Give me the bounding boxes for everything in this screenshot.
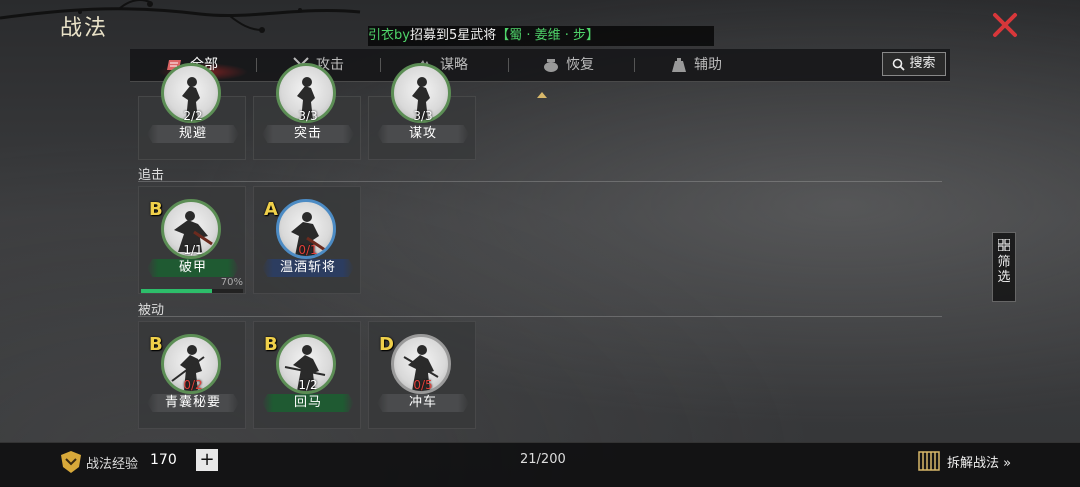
tactic-name: 突击 — [262, 125, 354, 143]
tactic-count: 0/2 — [183, 378, 203, 392]
tactic-name: 规避 — [147, 125, 239, 143]
tab-label: 辅助 — [694, 57, 722, 73]
filter-label-1: 筛 — [997, 255, 1011, 270]
cauldron-icon — [544, 59, 558, 72]
tactic-card[interactable]: B 1/1 破甲 70% — [138, 186, 246, 294]
tactic-count: 1/2 — [298, 378, 318, 392]
dismantle-button[interactable]: 拆解战法 » — [916, 447, 1011, 475]
tactic-grade: D — [379, 334, 394, 355]
tactic-capacity: 21/200 — [520, 452, 566, 467]
category-tabs: 全部 攻击 谋略 恢复 辅助 搜索 — [130, 49, 950, 82]
scroll-up-indicator — [537, 92, 547, 98]
tab-divider — [634, 58, 635, 72]
exp-label: 战法经验 — [86, 457, 139, 472]
tactic-count: 0/5 — [413, 378, 433, 392]
tactic-count: 3/3 — [413, 109, 433, 123]
tactic-card[interactable]: 3/3 突击 — [253, 63, 361, 160]
exp-shield-icon — [61, 451, 81, 473]
filter-label-2: 选 — [997, 270, 1011, 285]
filter-button[interactable]: 筛 选 — [992, 232, 1016, 302]
search-icon — [893, 58, 906, 71]
progress-bar — [141, 289, 243, 293]
tab-divider — [508, 58, 509, 72]
tactic-name: 温酒斩将 — [262, 259, 354, 277]
tactic-count: 3/3 — [298, 109, 318, 123]
progress-text: 70% — [220, 277, 243, 288]
tactic-name: 青囊秘要 — [147, 394, 239, 412]
tactic-card[interactable]: A 0/1 温酒斩将 — [253, 186, 361, 294]
tactic-card[interactable]: D 0/5 冲车 — [368, 321, 476, 429]
tab-assist[interactable]: 辅助 — [670, 49, 722, 81]
section-divider — [138, 316, 942, 317]
dismantle-label: 拆解战法 » — [947, 455, 1012, 471]
close-button[interactable] — [990, 10, 1020, 40]
tactic-name: 回马 — [262, 394, 354, 412]
tab-divider — [380, 58, 381, 72]
tactic-grade: B — [149, 199, 163, 220]
recruit-notice: 引衣by招募到5星武将【蜀 · 姜维 · 步】 — [368, 26, 714, 46]
bamboo-scroll-icon — [918, 451, 940, 471]
notice-hero: 【蜀 · 姜维 · 步】 — [496, 28, 600, 43]
bottom-bar: 战法经验 170 + 21/200 拆解战法 » — [0, 442, 1080, 487]
section-divider — [138, 181, 942, 182]
tactic-card[interactable]: B 0/2 青囊秘要 — [138, 321, 246, 429]
tab-divider — [256, 58, 257, 72]
tactic-card[interactable]: B 1/2 回马 — [253, 321, 361, 429]
search-button[interactable]: 搜索 — [882, 52, 946, 76]
progress-fill — [141, 289, 213, 293]
search-label: 搜索 — [909, 56, 936, 71]
tactic-name: 冲车 — [377, 394, 469, 412]
tactic-grade: A — [264, 199, 278, 220]
tab-label: 恢复 — [566, 57, 594, 73]
grid-icon — [998, 239, 1010, 251]
tactic-name: 破甲 — [147, 259, 239, 277]
close-icon — [993, 13, 1017, 37]
tactic-count: 0/1 — [298, 243, 318, 257]
notice-action: 招募到5星武将 — [409, 28, 497, 43]
tactic-card[interactable]: 3/3 谋攻 — [368, 63, 476, 160]
page-title: 战法 — [60, 16, 109, 41]
bag-icon — [672, 58, 686, 72]
tactic-card[interactable]: 2/2 规避 — [138, 63, 246, 160]
notice-player: 引衣by — [368, 28, 410, 43]
tactic-count: 2/2 — [183, 109, 203, 123]
tactic-grade: B — [149, 334, 163, 355]
tactic-name: 谋攻 — [377, 125, 469, 143]
tactic-count: 1/1 — [183, 243, 203, 257]
exp-value: 170 — [150, 452, 177, 468]
tab-recover[interactable]: 恢复 — [542, 49, 594, 81]
add-exp-button[interactable]: + — [196, 449, 218, 471]
tactic-grade: B — [264, 334, 278, 355]
